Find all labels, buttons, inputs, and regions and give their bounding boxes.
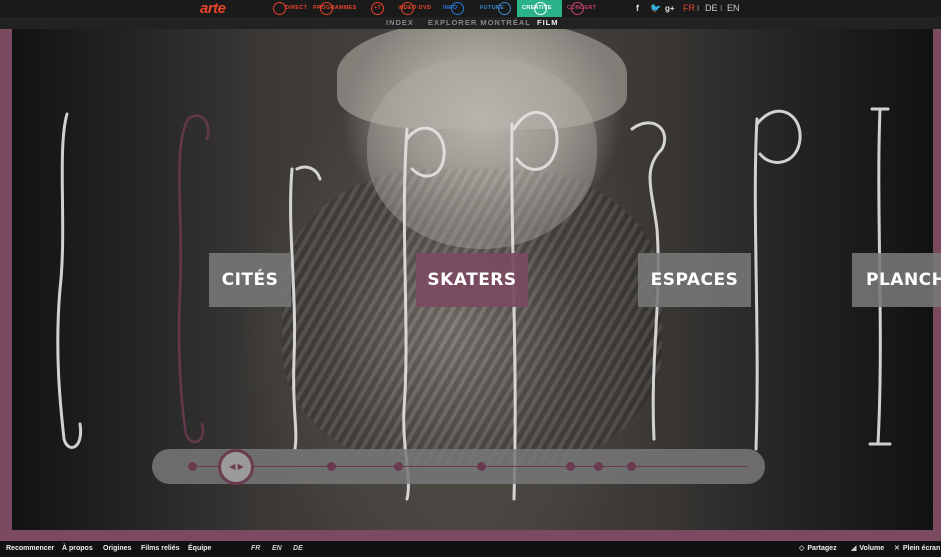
fullscreen-button[interactable]: ✕ Plein écran bbox=[894, 541, 940, 557]
timeline-track[interactable] bbox=[192, 466, 748, 467]
nav-concert-label: CONCERT bbox=[567, 5, 597, 11]
film-timeline[interactable]: ◀ ▶ bbox=[152, 449, 765, 485]
subnav-index[interactable]: INDEX bbox=[386, 17, 414, 29]
twitter-icon[interactable]: 🐦 bbox=[650, 0, 661, 17]
team-link[interactable]: Équipe bbox=[188, 541, 211, 557]
timeline-marker[interactable] bbox=[327, 462, 336, 471]
sub-navigation: INDEX EXPLORER MONTRÉAL FILM bbox=[0, 17, 941, 29]
nav-plus7[interactable]: +7 bbox=[371, 0, 384, 17]
arte-logo[interactable]: arte bbox=[200, 0, 226, 17]
nav-future-label: FUTURE bbox=[480, 5, 505, 11]
subnav-film[interactable]: FILM bbox=[537, 17, 559, 29]
fullscreen-icon: ✕ bbox=[894, 545, 900, 552]
bottom-lang-en[interactable]: EN bbox=[272, 541, 282, 557]
lang-de[interactable]: DE bbox=[705, 0, 718, 17]
share-button[interactable]: ◇ Partagez bbox=[799, 541, 837, 557]
bottom-lang-fr[interactable]: FR bbox=[251, 541, 260, 557]
nav-programmes-label: PROGRAMMES bbox=[313, 5, 357, 11]
share-icon: ◇ bbox=[799, 545, 805, 552]
category-skaters[interactable]: SKATERS bbox=[416, 253, 528, 307]
timeline-marker[interactable] bbox=[593, 462, 603, 471]
nav-plus7-label: +7 bbox=[374, 5, 381, 11]
timeline-marker[interactable] bbox=[566, 462, 576, 471]
lang-separator: I bbox=[697, 4, 700, 13]
nav-video-dvd[interactable]: VIDEO·DVD bbox=[398, 0, 431, 17]
nav-info-label: INFO bbox=[443, 5, 458, 11]
bottom-lang-de[interactable]: DE bbox=[293, 541, 303, 557]
volume-label: Volume bbox=[859, 545, 885, 552]
lang-en[interactable]: EN bbox=[727, 0, 740, 17]
related-films-link[interactable]: Films reliés bbox=[141, 541, 180, 557]
nav-direct-label: DIRECT bbox=[285, 5, 308, 11]
app-root: arte DIRECT PROGRAMMES +7 VIDEO·DVD INFO… bbox=[0, 0, 941, 557]
share-label: Partagez bbox=[807, 545, 837, 552]
facebook-icon[interactable]: f bbox=[636, 0, 639, 17]
restart-link[interactable]: Recommencer bbox=[6, 541, 54, 557]
nav-future[interactable]: FUTURE bbox=[480, 0, 511, 17]
timeline-marker[interactable] bbox=[188, 462, 197, 471]
nav-video-dvd-label: VIDEO·DVD bbox=[398, 5, 432, 11]
about-link[interactable]: À propos bbox=[62, 541, 93, 557]
subnav-explorer-montreal[interactable]: EXPLORER MONTRÉAL bbox=[428, 17, 531, 29]
timeline-marker[interactable] bbox=[477, 462, 487, 471]
nav-programmes[interactable]: PROGRAMMES bbox=[313, 0, 357, 17]
timeline-marker[interactable] bbox=[393, 462, 403, 471]
lang-separator: I bbox=[720, 4, 723, 13]
nav-info[interactable]: INFO bbox=[443, 0, 464, 17]
origins-link[interactable]: Origines bbox=[103, 541, 131, 557]
bottom-bar: Recommencer À propos Origines Films reli… bbox=[0, 541, 941, 557]
scrub-arrows-icon: ◀ ▶ bbox=[229, 462, 244, 471]
category-planche[interactable]: PLANCHE bbox=[852, 253, 941, 307]
nav-creative-label: CREATIVE bbox=[522, 5, 552, 11]
nav-creative[interactable]: CREATIVE bbox=[517, 0, 562, 17]
timeline-marker[interactable] bbox=[627, 462, 637, 471]
google-plus-icon[interactable]: g+ bbox=[665, 0, 675, 17]
category-cites[interactable]: CITÉS bbox=[209, 253, 291, 307]
nav-concert[interactable]: CONCERT bbox=[567, 0, 596, 17]
top-navigation-bar: arte DIRECT PROGRAMMES +7 VIDEO·DVD INFO… bbox=[0, 0, 941, 17]
category-espaces[interactable]: ESPACES bbox=[638, 253, 751, 307]
timeline-scrub-handle[interactable]: ◀ ▶ bbox=[218, 449, 255, 485]
nav-direct[interactable]: DIRECT bbox=[273, 0, 307, 17]
lang-fr[interactable]: FR bbox=[683, 0, 695, 17]
volume-icon: ◢ bbox=[851, 545, 857, 552]
fullscreen-label: Plein écran bbox=[902, 545, 941, 552]
volume-button[interactable]: ◢ Volume bbox=[851, 541, 884, 557]
